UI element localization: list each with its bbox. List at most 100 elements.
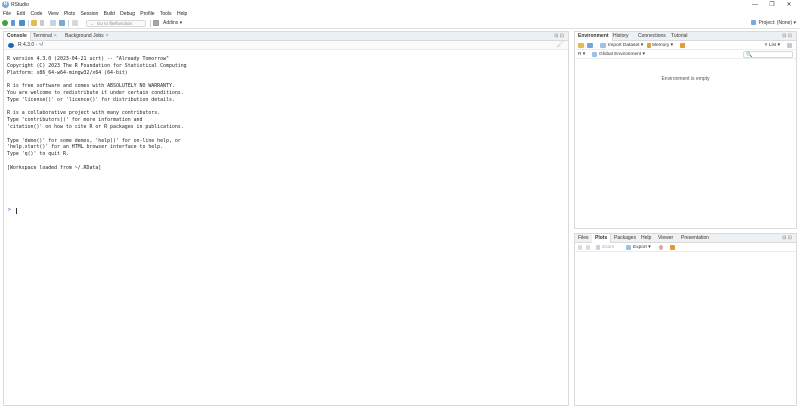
- environment-icon: [592, 52, 597, 57]
- console-line: Copyright (C) 2023 The R Foundation for …: [7, 62, 187, 69]
- print-icon[interactable]: [72, 20, 78, 26]
- toolbar-separator: [68, 20, 69, 27]
- rstudio-logo-icon: R: [2, 1, 9, 8]
- r-version-path[interactable]: R 4.3.0 · ~/: [18, 41, 43, 50]
- menu-debug[interactable]: Debug: [118, 10, 137, 18]
- tab-packages[interactable]: Packages: [611, 234, 639, 243]
- console-line: 'citation()' on how to cite R or R packa…: [7, 123, 184, 130]
- previous-plot-icon[interactable]: [578, 245, 582, 250]
- tab-history[interactable]: History: [610, 32, 632, 41]
- save-workspace-icon[interactable]: [587, 43, 593, 48]
- console-line: Type 'license()' or 'licence()' for dist…: [7, 96, 175, 103]
- maximize-button[interactable]: ❐: [767, 1, 777, 9]
- environment-toolbar: Import Dataset ▾ Memory ▾ ≡ List ▾: [575, 41, 796, 50]
- open-dropdown-icon[interactable]: [40, 20, 44, 26]
- tab-terminal[interactable]: Terminal ×: [30, 32, 60, 41]
- clear-console-icon[interactable]: 🖌: [556, 42, 564, 49]
- new-project-icon[interactable]: [19, 20, 25, 26]
- menu-code[interactable]: Code: [28, 10, 44, 18]
- new-file-dropdown-icon[interactable]: [11, 20, 15, 26]
- new-file-icon[interactable]: [2, 20, 8, 26]
- environment-search-input[interactable]: 🔍: [743, 51, 793, 58]
- console-tabs: Console Terminal × Background Jobs × ⊟ ⊡: [4, 32, 568, 41]
- import-dataset-dropdown[interactable]: Import Dataset ▾: [608, 41, 643, 50]
- toolbar-separator: [150, 20, 151, 27]
- console-line: Type 'contributors()' for more informati…: [7, 117, 143, 124]
- save-icon[interactable]: [50, 20, 56, 26]
- tab-label: Terminal: [33, 33, 52, 39]
- menu-build[interactable]: Build: [102, 10, 117, 18]
- console-line: R is a collaborative project with many c…: [7, 110, 161, 117]
- tab-presentation[interactable]: Presentation: [678, 234, 712, 243]
- console-line: You are welcome to redistribute it under…: [7, 89, 184, 96]
- tab-viewer[interactable]: Viewer: [655, 234, 676, 243]
- tab-help[interactable]: Help: [638, 234, 654, 243]
- console-line: Type 'demo()' for some demos, 'help()' f…: [7, 137, 181, 144]
- list-view-dropdown[interactable]: ≡ List ▾: [765, 41, 780, 50]
- close-button[interactable]: ✕: [784, 1, 794, 9]
- tab-files[interactable]: Files: [575, 234, 592, 243]
- console-line: R version 4.3.0 (2023-04-21 ucrt) -- "Al…: [7, 56, 169, 62]
- toolbar-separator: [28, 20, 29, 27]
- open-workspace-icon[interactable]: [578, 43, 584, 48]
- menu-help[interactable]: Help: [175, 10, 189, 18]
- menu-profile[interactable]: Profile: [138, 10, 156, 18]
- pane-maximize-icon[interactable]: ⊟ ⊡: [554, 33, 564, 40]
- menu-bar: File Edit Code View Plots Session Build …: [0, 10, 800, 18]
- project-label: Project: (None) ▾: [758, 20, 796, 26]
- project-menu[interactable]: Project: (None) ▾: [751, 20, 796, 27]
- environment-scope-bar: R ▾ Global Environment ▾ 🔍: [575, 50, 796, 59]
- menu-file[interactable]: File: [1, 10, 13, 18]
- open-file-icon[interactable]: [31, 20, 37, 26]
- remove-plot-icon[interactable]: [659, 245, 663, 250]
- zoom-button[interactable]: Zoom: [602, 243, 614, 252]
- tab-environment[interactable]: Environment: [575, 32, 613, 41]
- console-line: Type 'q()' to quit R.: [7, 151, 69, 158]
- zoom-icon: [596, 245, 600, 250]
- menu-session[interactable]: Session: [78, 10, 100, 18]
- files-pane: Files Plots Packages Help Viewer Present…: [574, 233, 797, 406]
- pane-maximize-icon[interactable]: ⊟ ⊡: [782, 33, 792, 40]
- language-dropdown[interactable]: R ▾: [578, 50, 585, 59]
- menu-view[interactable]: View: [46, 10, 61, 18]
- console-line: Platform: x86_64-w64-mingw32/x64 (64-bit…: [7, 69, 128, 76]
- tab-console[interactable]: Console: [4, 32, 31, 41]
- tab-label: Background Jobs: [65, 33, 104, 39]
- goto-arrow-icon: →: [89, 21, 94, 27]
- tab-plots[interactable]: Plots: [592, 234, 612, 243]
- tab-tutorial[interactable]: Tutorial: [668, 32, 691, 41]
- r-logo-icon: [8, 43, 14, 48]
- tab-background-jobs[interactable]: Background Jobs ×: [62, 32, 112, 41]
- workspace-panes-icon[interactable]: [153, 20, 159, 26]
- next-plot-icon[interactable]: [586, 245, 590, 250]
- goto-file-function-input[interactable]: → Go to file/function: [86, 20, 146, 27]
- pane-maximize-icon[interactable]: ⊟ ⊡: [782, 235, 792, 242]
- memory-dropdown[interactable]: Memory ▾: [652, 41, 673, 50]
- window-title: RStudio: [11, 2, 29, 8]
- goto-placeholder: Go to file/function: [97, 21, 133, 26]
- menu-tools[interactable]: Tools: [158, 10, 174, 18]
- refresh-icon[interactable]: [787, 43, 792, 48]
- menu-edit[interactable]: Edit: [14, 10, 27, 18]
- tab-label: Console: [7, 33, 27, 39]
- environment-tabs: Environment History Connections Tutorial…: [575, 32, 796, 41]
- console-pane: Console Terminal × Background Jobs × ⊟ ⊡ R…: [3, 31, 569, 406]
- addins-dropdown[interactable]: Addins ▾: [163, 20, 182, 27]
- menu-plots[interactable]: Plots: [62, 10, 77, 18]
- save-all-icon[interactable]: [59, 20, 65, 26]
- clear-workspace-icon[interactable]: [680, 43, 685, 48]
- minimize-button[interactable]: —: [750, 1, 760, 9]
- console-output[interactable]: R version 4.3.0 (2023-04-21 ucrt) -- "Al…: [7, 56, 187, 172]
- clear-plots-icon[interactable]: [670, 245, 675, 250]
- close-tab-icon[interactable]: ×: [106, 33, 109, 39]
- global-environment-dropdown[interactable]: Global Environment ▾: [599, 50, 645, 59]
- import-dataset-icon: [600, 43, 606, 48]
- close-tab-icon[interactable]: ×: [54, 33, 57, 39]
- export-dropdown[interactable]: Export ▾: [633, 243, 651, 252]
- tab-connections[interactable]: Connections: [635, 32, 669, 41]
- console-line: [Workspace loaded from ~/.RData]: [7, 164, 102, 171]
